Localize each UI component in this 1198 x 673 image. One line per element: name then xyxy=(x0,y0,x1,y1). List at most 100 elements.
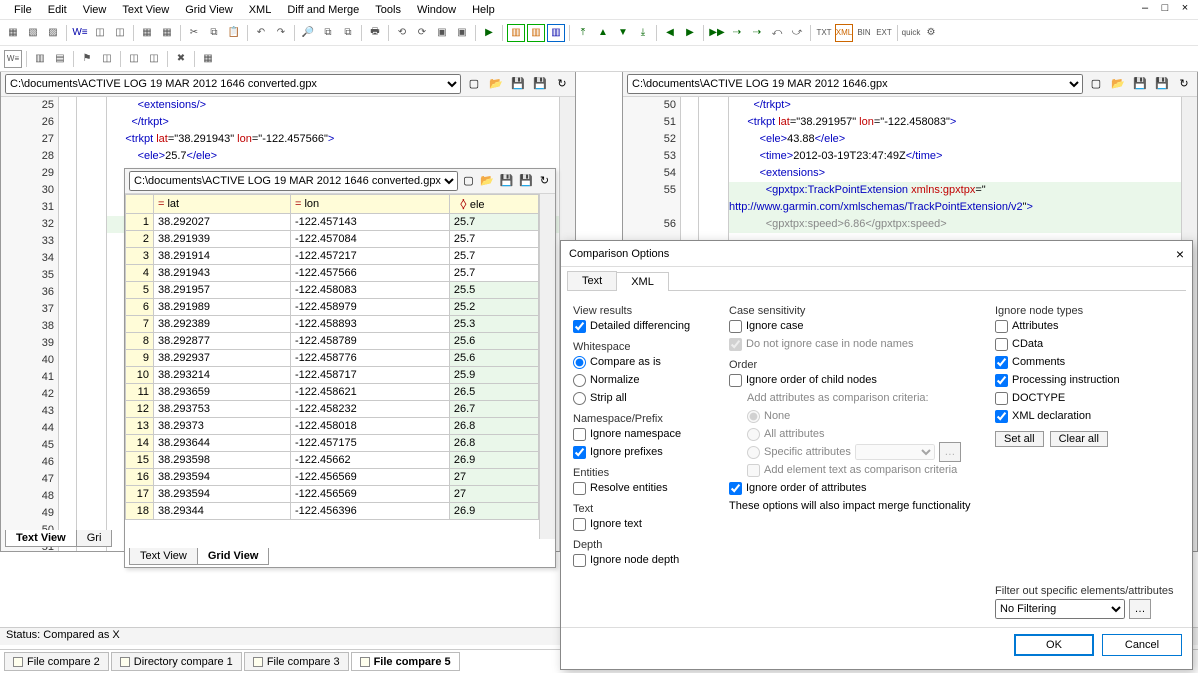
menu-xml[interactable]: XML xyxy=(241,2,280,18)
tb-icon[interactable]: ⟲ xyxy=(393,24,411,42)
tb-icon[interactable]: ◫ xyxy=(111,24,129,42)
tb2-flag-icon[interactable]: ⚑ xyxy=(78,50,96,68)
tb-gear-icon[interactable]: ⚙ xyxy=(922,24,940,42)
table-row[interactable]: 938.292937-122.45877625.6 xyxy=(126,350,539,367)
table-row[interactable]: 1838.29344-122.45639626.9 xyxy=(126,503,539,520)
tb-next-icon[interactable]: ▼ xyxy=(614,24,632,42)
opt-detailed[interactable]: Detailed differencing xyxy=(573,317,713,335)
tb-icon[interactable]: ▣ xyxy=(433,24,451,42)
new-icon[interactable]: ▢ xyxy=(1087,75,1105,93)
menu-gridview[interactable]: Grid View xyxy=(177,2,240,18)
table-row[interactable]: 1738.293594-122.45656927 xyxy=(126,486,539,503)
menu-window[interactable]: Window xyxy=(409,2,464,18)
opt-ignore-child-order[interactable]: Ignore order of child nodes xyxy=(729,371,979,389)
tb-bin-icon[interactable]: BIN xyxy=(855,24,873,42)
tb-paste-icon[interactable]: 📋 xyxy=(225,24,243,42)
tb-redo-icon[interactable]: ↷ xyxy=(272,24,290,42)
tb2-icon[interactable]: ◫ xyxy=(98,50,116,68)
grid-path-select[interactable]: C:\documents\ACTIVE LOG 19 MAR 2012 1646… xyxy=(129,171,458,191)
tab-gridview[interactable]: Gri xyxy=(76,530,113,547)
tab-gridview[interactable]: Grid View xyxy=(197,548,270,565)
doc-tab[interactable]: File compare 2 xyxy=(4,652,109,671)
tb-xml-icon[interactable]: XML xyxy=(835,24,853,42)
tb-icon[interactable]: ⤺ xyxy=(768,24,786,42)
opt-ignore-attr-order[interactable]: Ignore order of attributes xyxy=(729,479,979,497)
table-row[interactable]: 338.291914-122.45721725.7 xyxy=(126,248,539,265)
tb-icon[interactable]: ▶ xyxy=(681,24,699,42)
tb-icon[interactable]: ⇢ xyxy=(728,24,746,42)
scrollbar-v[interactable] xyxy=(539,194,555,539)
tb-last-icon[interactable]: ⤓ xyxy=(634,24,652,42)
tb-new-icon[interactable]: ▦ xyxy=(4,24,22,42)
tb-play-icon[interactable]: ▶ xyxy=(480,24,498,42)
tb-first-icon[interactable]: ⤒ xyxy=(574,24,592,42)
tb-icon[interactable]: ⧉ xyxy=(319,24,337,42)
tb-undo-icon[interactable]: ↶ xyxy=(252,24,270,42)
table-row[interactable]: 1138.293659-122.45862126.5 xyxy=(126,384,539,401)
tb-icon[interactable]: ▣ xyxy=(453,24,471,42)
refresh-icon[interactable]: ↻ xyxy=(553,75,571,93)
filter-browse-button[interactable]: … xyxy=(1129,599,1151,619)
tab-textview[interactable]: Text View xyxy=(129,548,198,565)
opt-ign-doctype[interactable]: DOCTYPE xyxy=(995,389,1195,407)
tb-icon[interactable]: ▨ xyxy=(44,24,62,42)
tb-print-icon[interactable]: 🖶 xyxy=(366,24,384,42)
tb-sync3-icon[interactable]: ▥ xyxy=(547,24,565,42)
refresh-icon[interactable]: ↻ xyxy=(538,172,551,190)
open-icon[interactable]: 📂 xyxy=(479,172,495,190)
menu-edit[interactable]: Edit xyxy=(40,2,75,18)
opt-ign-comments[interactable]: Comments xyxy=(995,353,1195,371)
tb-quick-icon[interactable]: quick xyxy=(902,24,920,42)
table-row[interactable]: 138.292027-122.45714325.7 xyxy=(126,214,539,231)
opt-ign-cdata[interactable]: CData xyxy=(995,335,1195,353)
saveall-icon[interactable]: 💾 xyxy=(1153,75,1171,93)
tb-icon[interactable]: ◫ xyxy=(91,24,109,42)
open-icon[interactable]: 📂 xyxy=(1109,75,1127,93)
left-path-select[interactable]: C:\documents\ACTIVE LOG 19 MAR 2012 1646… xyxy=(5,74,461,94)
tb2-icon[interactable]: ▤ xyxy=(51,50,69,68)
opt-ws-normalize[interactable]: Normalize xyxy=(573,371,713,389)
doc-tab[interactable]: File compare 5 xyxy=(351,652,460,671)
table-row[interactable]: 1038.293214-122.45871725.9 xyxy=(126,367,539,384)
tb-icon[interactable]: ⇢ xyxy=(748,24,766,42)
tb-txt-icon[interactable]: TXT xyxy=(815,24,833,42)
table-row[interactable]: 1538.293598-122.4566226.9 xyxy=(126,452,539,469)
doc-tab[interactable]: Directory compare 1 xyxy=(111,652,242,671)
menu-diff[interactable]: Diff and Merge xyxy=(279,2,367,18)
col-ele[interactable]: ele xyxy=(449,195,538,214)
filter-select[interactable]: No Filtering xyxy=(995,599,1125,619)
tab-textview[interactable]: Text View xyxy=(5,530,77,547)
tb-icon[interactable]: ⟳ xyxy=(413,24,431,42)
tb2-icon[interactable]: ▥ xyxy=(31,50,49,68)
tb-grid2-icon[interactable]: ▦ xyxy=(158,24,176,42)
menu-tools[interactable]: Tools xyxy=(367,2,409,18)
tb-sync2-icon[interactable]: ▥ xyxy=(527,24,545,42)
table-row[interactable]: 738.292389-122.45889325.3 xyxy=(126,316,539,333)
saveall-icon[interactable]: 💾 xyxy=(518,172,534,190)
doc-tab[interactable]: File compare 3 xyxy=(244,652,349,671)
ok-button[interactable]: OK xyxy=(1014,634,1094,656)
opt-ign-xmldecl[interactable]: XML declaration xyxy=(995,407,1195,425)
table-row[interactable]: 1638.293594-122.45656927 xyxy=(126,469,539,486)
set-all-button[interactable]: Set all xyxy=(995,431,1044,447)
new-icon[interactable]: ▢ xyxy=(465,75,483,93)
tb2-icon[interactable]: ◫ xyxy=(125,50,143,68)
tab-xml[interactable]: XML xyxy=(616,272,669,291)
saveall-icon[interactable]: 💾 xyxy=(531,75,549,93)
tab-text[interactable]: Text xyxy=(567,271,617,290)
data-grid[interactable]: lat lon ele 138.292027-122.45714325.7238… xyxy=(125,194,539,520)
menu-textview[interactable]: Text View xyxy=(114,2,177,18)
opt-ignore-text[interactable]: Ignore text xyxy=(573,515,713,533)
opt-ignore-prefixes[interactable]: Ignore prefixes xyxy=(573,443,713,461)
tb-icon[interactable]: ▶▶ xyxy=(708,24,726,42)
new-icon[interactable]: ▢ xyxy=(462,172,475,190)
menu-view[interactable]: View xyxy=(75,2,115,18)
tb2-icon[interactable]: ✖ xyxy=(172,50,190,68)
save-icon[interactable]: 💾 xyxy=(499,172,515,190)
refresh-icon[interactable]: ↻ xyxy=(1175,75,1193,93)
tb-icon[interactable]: ◀ xyxy=(661,24,679,42)
tb2-icon[interactable]: ▦ xyxy=(199,50,217,68)
opt-ignore-depth[interactable]: Ignore node depth xyxy=(573,551,713,569)
close-icon[interactable]: × xyxy=(1178,2,1192,14)
opt-resolve-entities[interactable]: Resolve entities xyxy=(573,479,713,497)
